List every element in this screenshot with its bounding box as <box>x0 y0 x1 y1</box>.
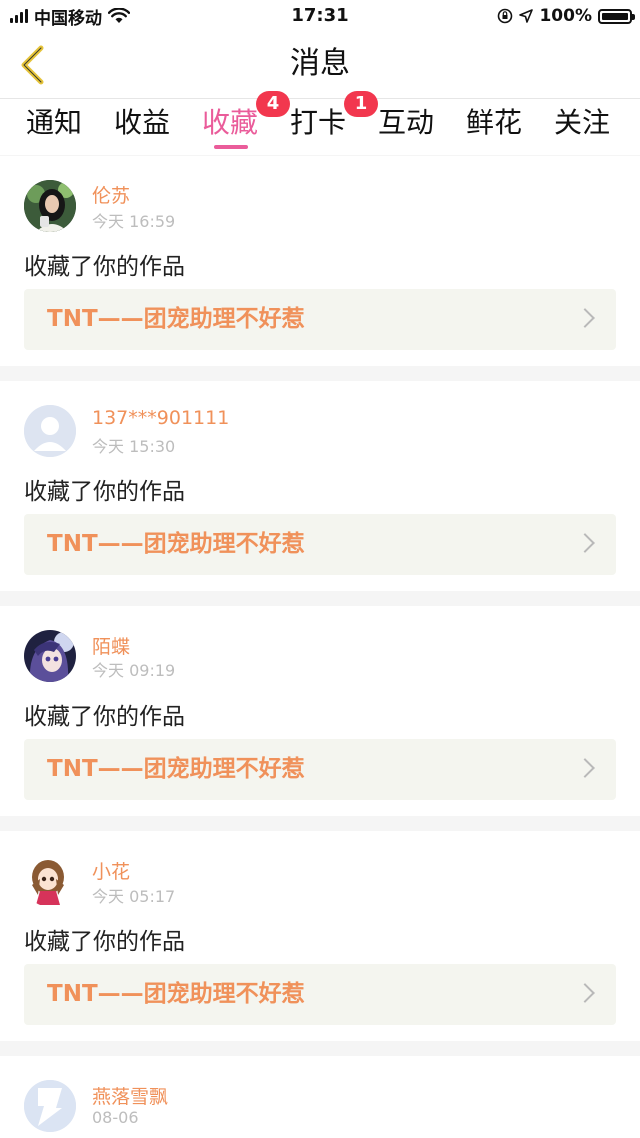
avatar[interactable] <box>24 180 76 232</box>
location-icon <box>519 9 534 23</box>
action-text: 收藏了你的作品 <box>24 704 185 730</box>
work-link[interactable]: TNT——团宠助理不好惹 <box>24 514 616 575</box>
message-card: 137***901111 今天 15:30 收藏了你的作品 TNT——团宠助理不… <box>0 381 640 591</box>
work-title: TNT——团宠助理不好惹 <box>47 306 305 332</box>
username[interactable]: 燕落雪飘 <box>92 1082 168 1109</box>
work-title: TNT——团宠助理不好惹 <box>47 756 305 782</box>
timestamp: 今天 09:19 <box>92 661 176 680</box>
username[interactable]: 伦苏 <box>92 181 130 208</box>
tab-checkin[interactable]: 打卡 <box>290 103 346 143</box>
battery-icon <box>598 8 635 24</box>
message-card: 伦苏 今天 16:59 收藏了你的作品 TNT——团宠助理不好惹 <box>0 156 640 366</box>
work-link[interactable]: TNT——团宠助理不好惹 <box>24 739 616 800</box>
username[interactable]: 137***901111 <box>92 407 229 429</box>
active-tab-indicator <box>214 145 248 149</box>
message-card: 燕落雪飘 08-06 <box>0 1056 640 1138</box>
work-title: TNT——团宠助理不好惹 <box>47 981 305 1007</box>
username[interactable]: 小花 <box>92 857 130 884</box>
battery-percent: 100% <box>539 6 592 26</box>
work-link[interactable]: TNT——团宠助理不好惹 <box>24 964 616 1025</box>
tab-earnings[interactable]: 收益 <box>114 103 170 143</box>
chevron-right-icon <box>575 533 595 553</box>
chevron-right-icon <box>575 983 595 1003</box>
page-title: 消息 <box>290 46 350 81</box>
tab-follows[interactable]: 关注 <box>554 103 610 143</box>
message-card: 陌蝶 今天 09:19 收藏了你的作品 TNT——团宠助理不好惹 <box>0 606 640 816</box>
avatar[interactable] <box>24 855 76 907</box>
tab-bar: 通知 收益 收藏 4 打卡 1 互动 鲜花 关注 <box>0 91 640 155</box>
chevron-right-icon <box>575 308 595 328</box>
avatar[interactable] <box>24 1080 76 1132</box>
timestamp: 今天 15:30 <box>92 437 176 456</box>
username[interactable]: 陌蝶 <box>92 632 130 659</box>
avatar[interactable] <box>24 630 76 682</box>
avatar[interactable] <box>24 405 76 457</box>
action-text: 收藏了你的作品 <box>24 254 185 280</box>
tab-interactions[interactable]: 互动 <box>378 103 434 143</box>
timestamp: 今天 05:17 <box>92 887 176 906</box>
chevron-right-icon <box>575 758 595 778</box>
timestamp: 今天 16:59 <box>92 212 176 231</box>
action-text: 收藏了你的作品 <box>24 929 185 955</box>
timestamp: 08-06 <box>92 1108 139 1127</box>
message-card: 小花 今天 05:17 收藏了你的作品 TNT——团宠助理不好惹 <box>0 831 640 1041</box>
tab-flowers[interactable]: 鲜花 <box>466 103 522 143</box>
orientation-lock-icon <box>498 8 513 24</box>
tab-checkin-badge: 1 <box>344 91 378 117</box>
action-text: 收藏了你的作品 <box>24 479 185 505</box>
nav-bar: 消息 <box>0 32 640 99</box>
work-link[interactable]: TNT——团宠助理不好惹 <box>24 289 616 350</box>
work-title: TNT——团宠助理不好惹 <box>47 531 305 557</box>
tab-favorites-badge: 4 <box>256 91 290 117</box>
tab-favorites[interactable]: 收藏 <box>202 103 258 143</box>
tab-notifications[interactable]: 通知 <box>26 103 82 143</box>
status-bar: 中国移动 17:31 100% <box>0 0 640 32</box>
